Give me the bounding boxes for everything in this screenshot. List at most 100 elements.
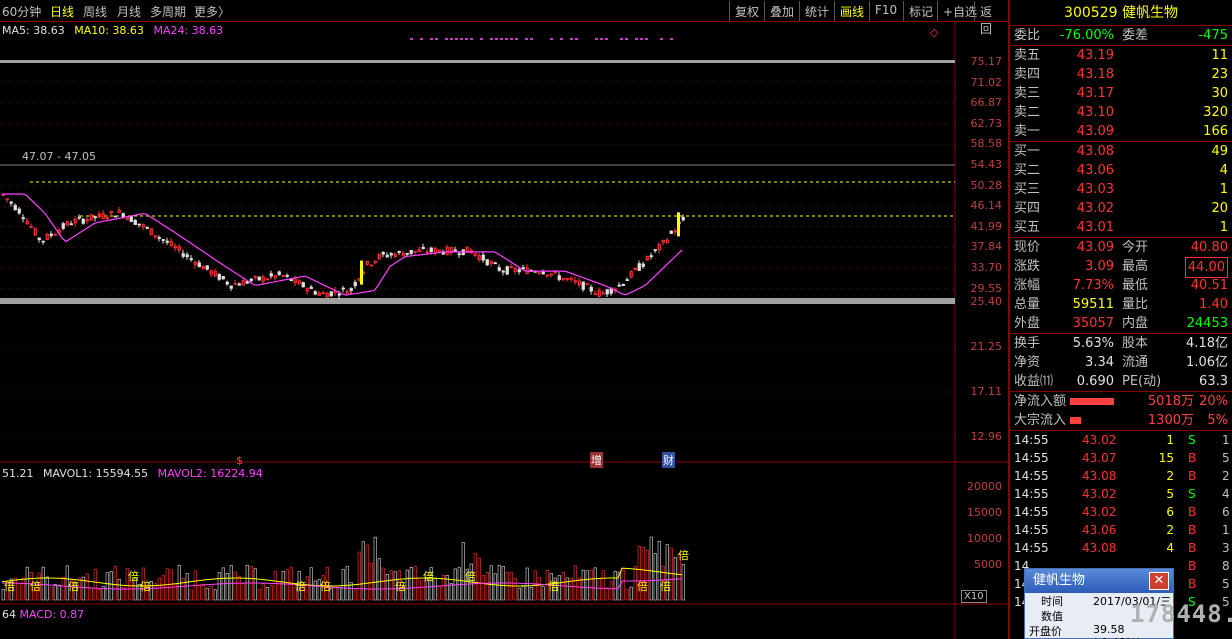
volume-bar [157, 577, 161, 601]
row-value-2: 4.18亿 [1186, 336, 1228, 351]
candle-body [161, 239, 165, 241]
stat-row: 涨跌 3.09 最高 44.00 [1010, 257, 1232, 278]
tab-monthly[interactable]: 月线 [117, 3, 141, 20]
tick-row: 14:55 43.02 1 S 1 [1010, 431, 1232, 449]
marker-dollar[interactable]: $ [236, 454, 243, 467]
volume-bar [41, 566, 45, 601]
volume-marker: 倍 [548, 579, 559, 593]
macd-prefix: 64 [2, 608, 16, 621]
row-label: 净资 [1014, 355, 1041, 370]
candle-body [21, 217, 25, 220]
fuquan-button[interactable]: 复权 [729, 1, 764, 21]
top-marker [430, 38, 433, 40]
ma24-label: MA24: 38.63 [153, 24, 224, 37]
row-value-2: 40.51 [1190, 278, 1228, 293]
top-marker [560, 38, 563, 40]
macd-legend: 64 MACD: 0.87 [2, 608, 84, 621]
bid-row: 买二 43.06 4 [1010, 161, 1232, 180]
volume-bar [577, 577, 581, 601]
overlay-button[interactable]: 叠加 [764, 1, 799, 21]
price-tick-label: 21.25 [970, 340, 1003, 353]
tab-multi-period[interactable]: 多周期 [150, 3, 186, 20]
candle-body [505, 266, 509, 275]
top-toolbar: 60分钟 日线 周线 月线 多周期 更多〉 复权 叠加 统计 画线 F10 标记… [0, 0, 1008, 36]
marker-zeng[interactable]: 增 [590, 452, 603, 468]
price-tick-label: 41.99 [970, 219, 1003, 233]
stats-button[interactable]: 统计 [799, 1, 834, 21]
kline-chart-area[interactable]: ◇ 倍倍倍倍倍倍倍倍倍倍倍倍倍倍 MA5: 38.63 MA10: 38.63 M… [0, 22, 1008, 639]
volume-marker: 倍 [660, 579, 671, 593]
volume-bar [269, 585, 273, 601]
volume-marker: 倍 [395, 579, 406, 593]
stat-row: 换手 5.63% 股本 4.18亿 [1010, 334, 1232, 353]
row-label: 卖三 [1014, 86, 1041, 101]
tick-vol: 1 [1166, 433, 1174, 447]
tab-more[interactable]: 更多〉 [194, 3, 230, 20]
volume-bar [361, 541, 365, 601]
price-tick-label: 71.02 [970, 75, 1003, 89]
price-tick-label: 17.11 [970, 385, 1003, 398]
candle-body [493, 262, 497, 265]
top-marker [480, 38, 483, 40]
volume-bar [629, 586, 633, 601]
row-value-2: 44.00 [1184, 257, 1228, 278]
f10-button[interactable]: F10 [869, 1, 902, 21]
row-value: 43.09 [1076, 240, 1114, 255]
volume-bar [405, 569, 409, 601]
volume-bar [341, 569, 345, 601]
volume-bar [581, 569, 585, 601]
quote-panel: 300529 健帆生物 委比 -76.00% 委差 -475 卖五 43.19 11… [1008, 0, 1232, 639]
candle-body [229, 285, 233, 289]
ma10-label: MA10: 38.63 [74, 24, 144, 37]
volume-bar [17, 582, 21, 601]
ask-row: 卖五 43.19 11 [1010, 46, 1232, 65]
tab-daily[interactable]: 日线 [50, 3, 74, 20]
row-value: 59511 [1072, 297, 1114, 312]
stat-row: 现价 43.09 今开 40.80 [1010, 238, 1232, 257]
volume-bar [541, 586, 545, 601]
diamond-icon: ◇ [930, 26, 939, 39]
tab-weekly[interactable]: 周线 [83, 3, 107, 20]
row-value-2: 63.3 [1199, 374, 1228, 389]
candle-body [397, 250, 401, 253]
mavol2-label: MAVOL2: 16224.94 [157, 467, 263, 480]
volume-bar [517, 587, 521, 601]
volume-bar [485, 572, 489, 601]
tab-60min[interactable]: 60分钟 [2, 3, 41, 20]
top-marker [640, 38, 643, 40]
tick-time: 14:55 [1014, 487, 1049, 501]
candle-body [221, 276, 225, 280]
mark-button[interactable]: 标记 [903, 1, 938, 21]
volume-bar [477, 557, 481, 601]
flow-row: 净流入额 5018万 20% [1010, 392, 1232, 411]
bid-row: 买五 43.01 1 [1010, 218, 1232, 237]
stat-row: 总量 59511 量比 1.40 [1010, 295, 1232, 314]
tick-row: 14:55 43.02 5 S 4 [1010, 485, 1232, 503]
volume-marker: 倍 [4, 579, 15, 593]
top-marker [495, 38, 498, 40]
draw-line-button[interactable]: 画线 [834, 1, 869, 21]
ask-row: 卖四 43.18 23 [1010, 65, 1232, 84]
volume-bar [117, 578, 121, 601]
back-button[interactable]: 返回 [974, 1, 1008, 36]
price-tick-label: 25.40 [970, 295, 1003, 308]
row-label: 涨幅 [1014, 278, 1041, 293]
volume-bar [237, 576, 241, 601]
tick-n: 6 [1222, 505, 1230, 519]
row-value: 43.17 [1076, 86, 1114, 101]
tick-vol: 15 [1158, 451, 1174, 465]
marker-cai[interactable]: 财 [662, 452, 675, 468]
volume-bar [593, 567, 597, 601]
row-value-2: 11 [1211, 48, 1228, 63]
close-icon[interactable]: ✕ [1149, 572, 1169, 590]
volume-bar [421, 580, 425, 601]
volume-bar [305, 576, 309, 601]
volume-bar [333, 585, 337, 601]
volume-bar [261, 583, 265, 601]
volume-bar [265, 587, 269, 601]
candle-body [605, 289, 609, 295]
volume-bar [377, 558, 381, 601]
top-marker [530, 38, 533, 40]
stat-row: 涨幅 7.73% 最低 40.51 [1010, 276, 1232, 295]
volume-bar [253, 568, 257, 601]
